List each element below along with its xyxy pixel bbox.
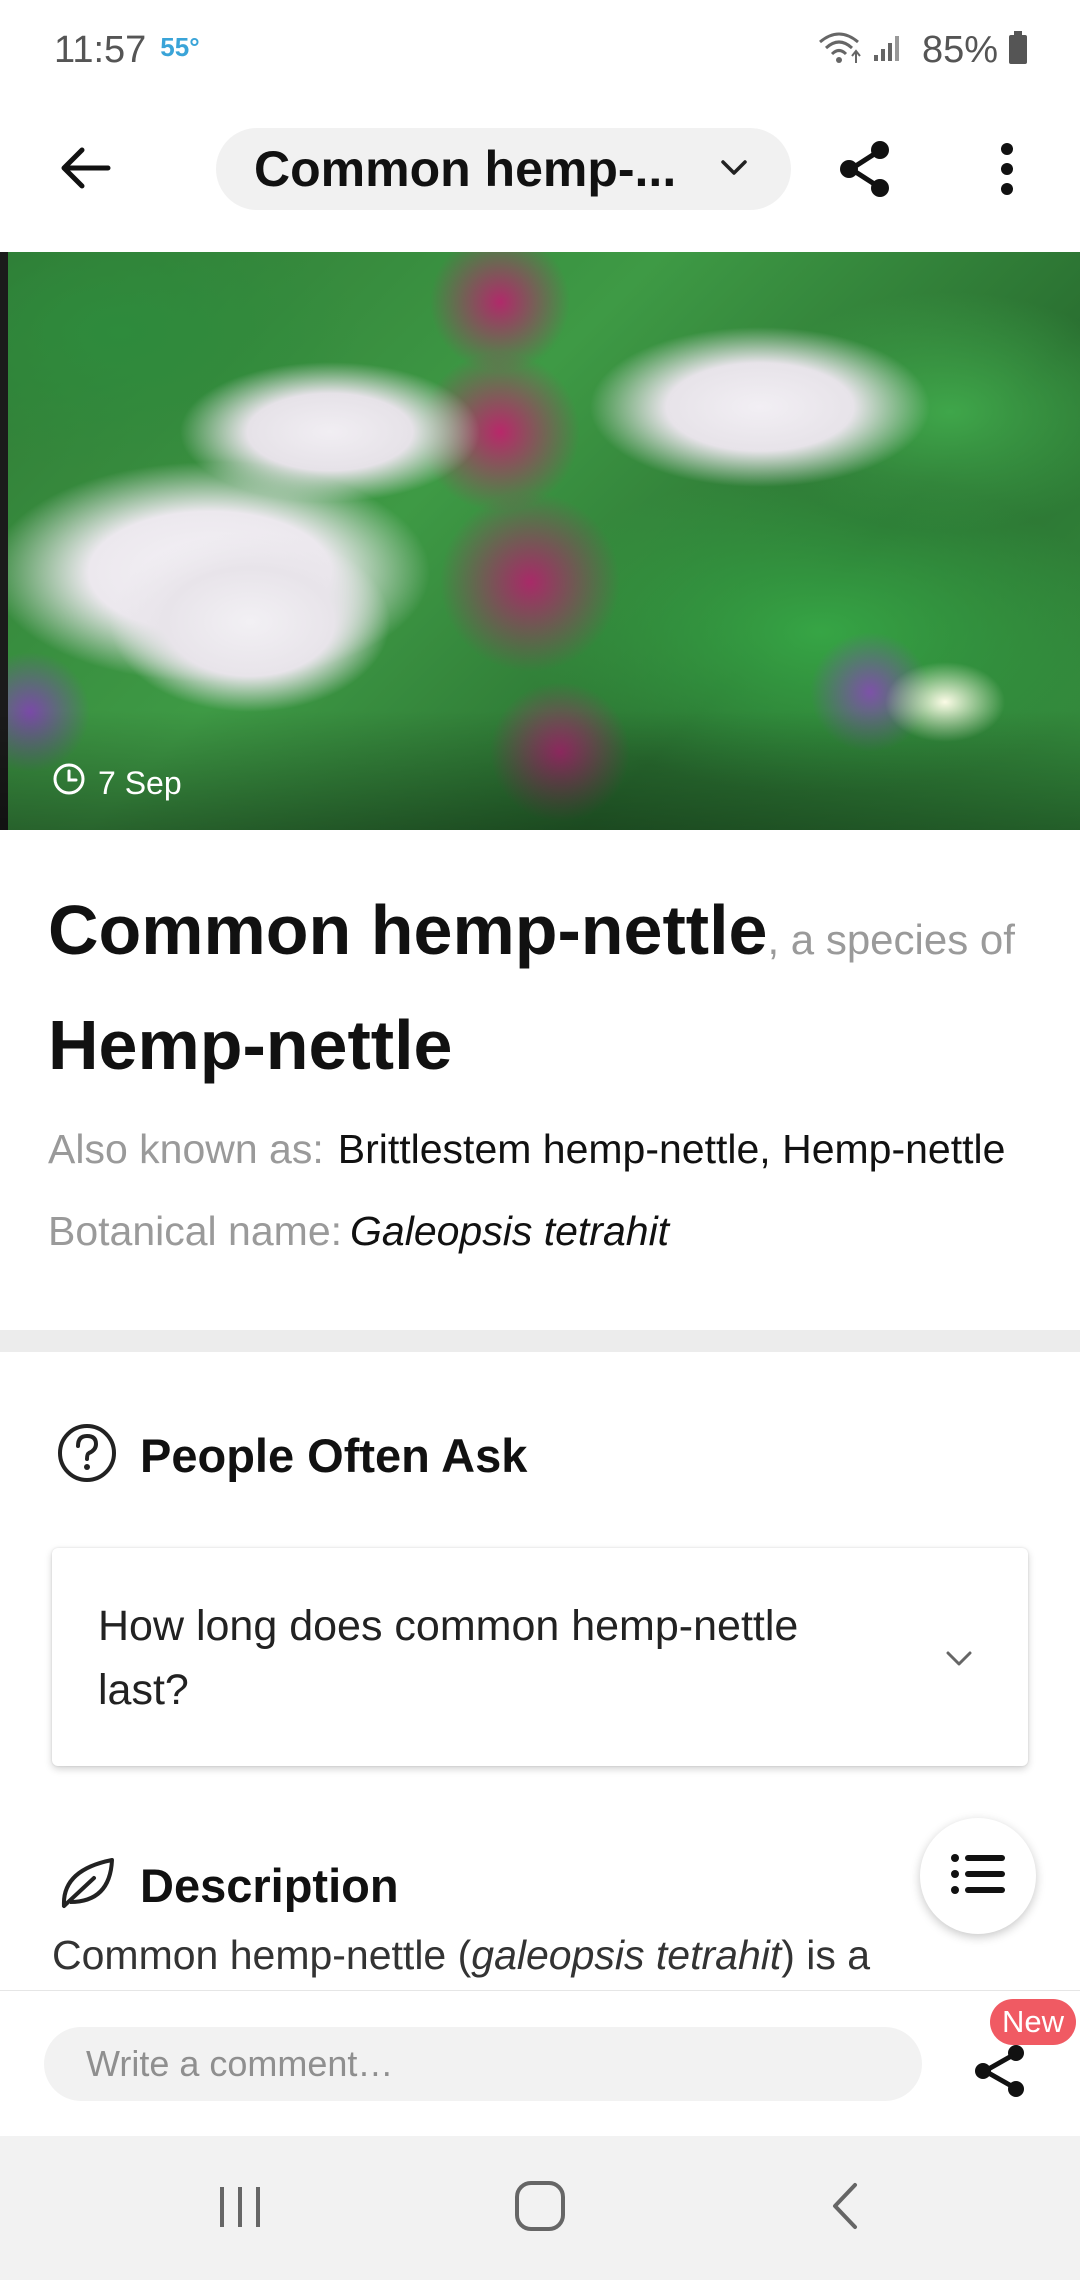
home-button[interactable] xyxy=(495,2170,585,2246)
plant-title-line: Common hemp-nettle, a species of xyxy=(48,880,1038,1000)
battery-icon xyxy=(1008,30,1028,70)
comment-share-button[interactable] xyxy=(968,2041,1032,2105)
also-known-as: Also known as: Brittlestem hemp-nettle, H… xyxy=(48,1118,1038,1180)
aka-label: Also known as: xyxy=(48,1126,324,1172)
description-text: Common hemp-nettle (galeopsis tetrahit) … xyxy=(52,1932,952,1988)
system-nav-bar xyxy=(0,2136,1080,2280)
people-often-ask-title: People Often Ask xyxy=(140,1429,528,1482)
aka-value: Brittlestem hemp-nettle, Hemp-nettle xyxy=(337,1126,1006,1172)
status-time: 11:57 xyxy=(54,28,147,71)
back-button[interactable] xyxy=(50,140,120,200)
hero-date-text: 7 Sep xyxy=(98,764,182,801)
home-icon xyxy=(513,2179,567,2238)
more-options-button[interactable] xyxy=(975,136,1039,206)
app-bar: Common hemp-... xyxy=(0,112,1080,228)
faq-item[interactable]: How long does common hemp-nettle last? xyxy=(52,1548,1028,1766)
description-header: Description xyxy=(56,1852,399,1919)
hero-date: 7 Sep xyxy=(52,762,182,804)
chevron-down-icon xyxy=(942,1644,976,1679)
new-badge: New xyxy=(990,1999,1077,2045)
people-often-ask-header: People Often Ask xyxy=(56,1422,527,1489)
status-temperature: 55° xyxy=(160,31,200,62)
description-text-suffix: ) is a xyxy=(781,1932,871,1978)
section-divider xyxy=(0,1330,1080,1352)
battery-percent: 85% xyxy=(921,28,998,71)
status-bar: 11:57 55° 85% xyxy=(0,0,1080,100)
share-button[interactable] xyxy=(830,136,900,206)
plant-title-block: Common hemp-nettle, a species of Hemp-ne… xyxy=(48,880,1038,1262)
question-circle-icon xyxy=(56,1422,118,1489)
wifi-icon xyxy=(816,30,862,71)
status-icons: 85% xyxy=(816,29,1028,72)
title-dropdown-label: Common hemp-... xyxy=(254,141,674,197)
comment-bar: New xyxy=(0,1990,1080,2136)
botanical-name: Botanical name: Galeopsis tetrahit xyxy=(48,1200,1038,1262)
description-text-italic: galeopsis tetrahit xyxy=(471,1932,782,1978)
leaf-icon xyxy=(56,1852,118,1919)
hero-image[interactable]: 7 Sep xyxy=(0,252,1080,830)
recents-icon xyxy=(215,2183,265,2234)
plant-genus-link[interactable]: Hemp-nettle xyxy=(48,1000,1038,1090)
comment-input[interactable] xyxy=(44,2027,922,2101)
title-dropdown[interactable]: Common hemp-... xyxy=(216,128,791,210)
species-connector: , a species of xyxy=(767,916,1015,963)
faq-question: How long does common hemp-nettle last? xyxy=(98,1602,799,1714)
description-title: Description xyxy=(140,1859,399,1912)
list-icon xyxy=(950,1852,1006,1901)
share-icon xyxy=(835,139,895,204)
clock-icon xyxy=(52,762,86,804)
botanical-label: Botanical name: xyxy=(48,1208,343,1254)
description-text-prefix: Common hemp-nettle ( xyxy=(52,1932,472,1978)
recents-button[interactable] xyxy=(195,2170,285,2246)
more-vert-icon xyxy=(999,141,1015,202)
botanical-value: Galeopsis tetrahit xyxy=(350,1208,670,1254)
plant-common-name: Common hemp-nettle xyxy=(48,891,768,969)
back-arrow-icon xyxy=(58,146,112,195)
back-icon xyxy=(825,2181,865,2236)
share-icon xyxy=(971,2042,1029,2105)
chevron-down-icon xyxy=(717,150,751,189)
signal-icon xyxy=(872,33,902,68)
table-of-contents-button[interactable] xyxy=(920,1818,1036,1934)
back-nav-button[interactable] xyxy=(800,2170,890,2246)
